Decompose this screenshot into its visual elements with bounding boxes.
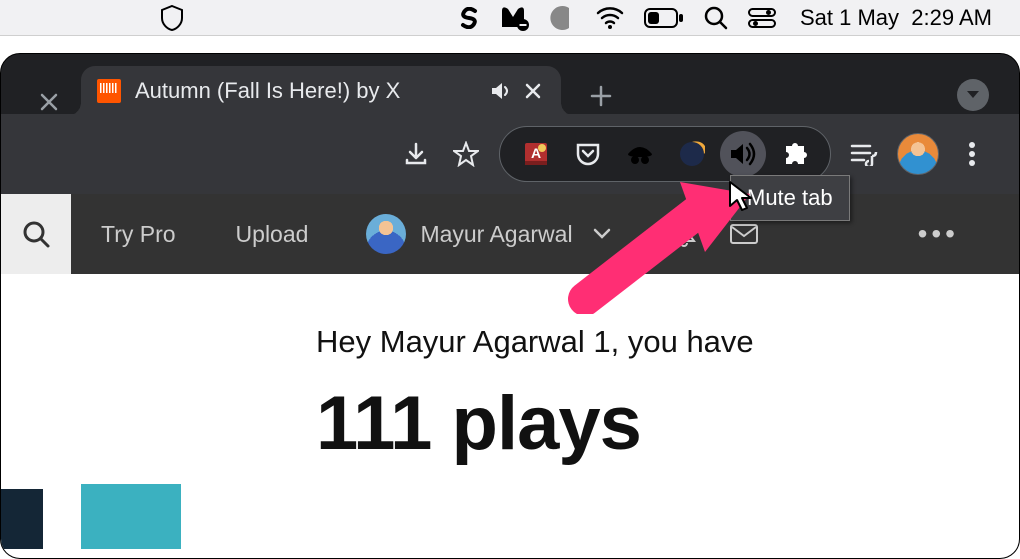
greeting-text: Hey Mayur Agarwal 1, you have (316, 324, 936, 360)
macos-menubar: Sat 1 May 2:29 AM (0, 0, 1020, 36)
tab-close-icon[interactable] (521, 79, 545, 103)
page-content: Hey Mayur Agarwal 1, you have 111 plays (1, 274, 1019, 559)
messages-icon[interactable] (729, 223, 759, 245)
extension-swirl-icon[interactable] (669, 132, 715, 176)
extension-incognito-icon[interactable] (617, 132, 663, 176)
user-name: Mayur Agarwal (420, 221, 572, 248)
browser-menu-icon[interactable] (950, 132, 994, 176)
menubar-datetime[interactable]: Sat 1 May 2:29 AM (800, 5, 992, 31)
malwarebytes-icon[interactable] (500, 5, 530, 31)
extension-pocket-icon[interactable] (565, 132, 611, 176)
menubar-date: Sat 1 May (800, 5, 899, 31)
battery-icon[interactable] (644, 8, 684, 28)
new-tab-button[interactable] (581, 76, 621, 116)
audio-playing-icon[interactable] (491, 82, 511, 100)
bookmark-star-icon[interactable] (444, 132, 488, 176)
soundcloud-header: Try Pro Upload Mayur Agarwal ••• (1, 194, 1019, 274)
wifi-icon[interactable] (596, 7, 624, 29)
shield-icon[interactable] (160, 5, 184, 31)
extensions-container: A (499, 126, 831, 182)
soundcloud-search-button[interactable] (1, 194, 71, 274)
active-tab[interactable]: Autumn (Fall Is Here!) by X (81, 66, 561, 116)
nav-user-menu[interactable]: Mayur Agarwal (338, 214, 610, 254)
window-search-tabs-button[interactable] (957, 79, 989, 111)
thumbnail-2[interactable] (81, 484, 181, 549)
extension-dictionary-icon[interactable]: A (513, 132, 559, 176)
notifications-icon[interactable] (671, 220, 697, 248)
control-center-icon[interactable] (748, 8, 776, 28)
global-media-speaker-button[interactable] (720, 131, 766, 177)
app-indicator-s-icon[interactable] (458, 7, 480, 29)
do-not-disturb-icon[interactable] (550, 5, 576, 31)
nav-upload[interactable]: Upload (236, 221, 309, 248)
tab-title: Autumn (Fall Is Here!) by X (135, 78, 481, 104)
browser-window: Autumn (Fall Is Here!) by X A (0, 53, 1020, 559)
nav-more-menu[interactable]: ••• (918, 218, 959, 250)
nav-try-pro[interactable]: Try Pro (101, 221, 176, 248)
soundcloud-favicon (97, 79, 121, 103)
profile-avatar[interactable] (897, 133, 939, 175)
tab-strip: Autumn (Fall Is Here!) by X (1, 54, 1019, 114)
page-viewport: Try Pro Upload Mayur Agarwal ••• Hey May… (1, 194, 1019, 559)
stats-panel: Hey Mayur Agarwal 1, you have 111 plays (316, 324, 936, 467)
user-avatar (366, 214, 406, 254)
spotlight-icon[interactable] (704, 6, 728, 30)
extensions-puzzle-icon[interactable] (771, 132, 817, 176)
media-queue-icon[interactable] (842, 132, 886, 176)
thumbnail-1[interactable] (1, 489, 43, 549)
downloads-icon[interactable] (394, 132, 438, 176)
plays-count: 111 plays (316, 380, 936, 467)
menubar-time: 2:29 AM (911, 5, 992, 31)
mute-tab-tooltip: Mute tab (730, 175, 850, 221)
browser-toolbar: A (1, 114, 1019, 194)
